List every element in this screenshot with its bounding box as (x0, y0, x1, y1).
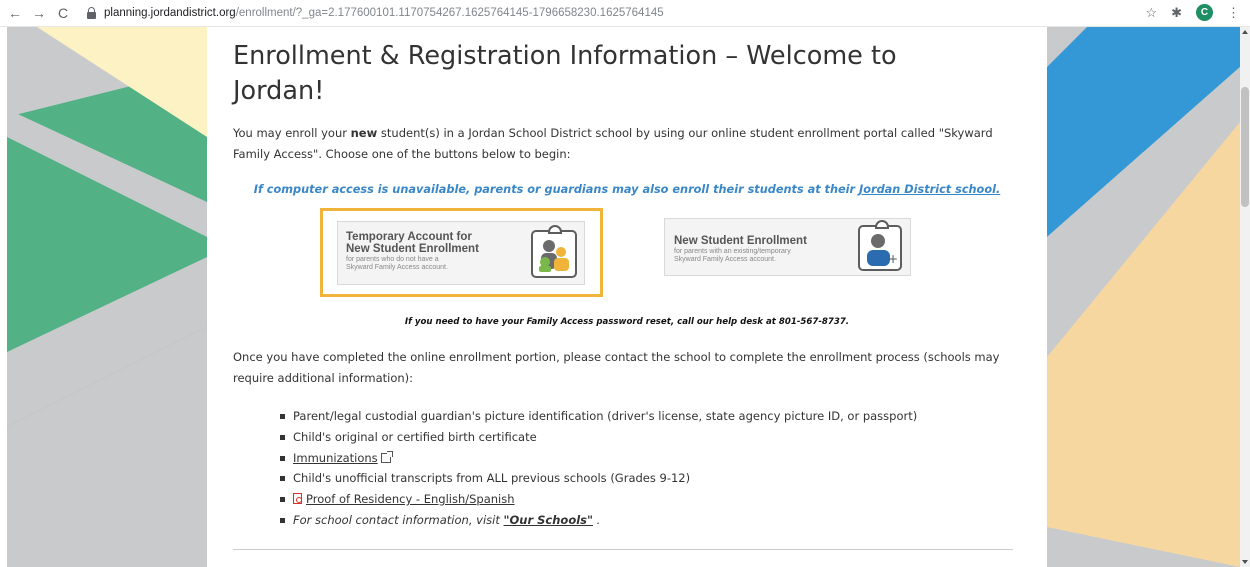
page-scrollbar[interactable] (1240, 27, 1250, 567)
back-arrow-icon[interactable]: ← (6, 5, 24, 21)
scrollbar-thumb[interactable] (1241, 87, 1249, 207)
list-item: For school contact information, visit "O… (280, 510, 1023, 531)
intro-paragraph: You may enroll your new student(s) in a … (233, 126, 993, 161)
clipboard-family-icon (531, 225, 577, 278)
immunizations-link[interactable]: Immunizations (293, 451, 378, 465)
jordan-district-school-link[interactable]: Jordan District school. (859, 183, 1000, 196)
proof-of-residency-link[interactable]: Proof of Residency - English/Spanish (306, 492, 515, 506)
new-student-card: New Student Enrollment for parents with … (664, 218, 911, 276)
main-content: Enrollment & Registration Information – … (207, 27, 1047, 567)
password-reset-help-note: If you need to have your Family Access p… (404, 317, 850, 327)
temporary-sub-line2: Skyward Family Access account. (346, 264, 448, 271)
browser-toolbar: ← → C planning.jordandistrict.org/enroll… (0, 0, 1250, 27)
temporary-account-card: Temporary Account for New Student Enroll… (337, 221, 585, 285)
intro-bold-new: new (350, 126, 378, 140)
list-item: Immunizations (280, 448, 1023, 469)
lock-icon (86, 7, 97, 19)
menu-kebab-icon[interactable]: ⋮ (1227, 5, 1240, 21)
new-student-title: New Student Enrollment (674, 235, 807, 247)
svg-text:+: + (888, 252, 898, 266)
extensions-puzzle-icon[interactable]: ✱ (1171, 5, 1182, 21)
list-item: Parent/legal custodial guardian's pictur… (280, 406, 1023, 427)
star-bookmark-icon[interactable]: ☆ (1145, 5, 1157, 21)
our-schools-link[interactable]: "Our Schools" (504, 513, 594, 527)
list-item: Child's original or certified birth cert… (280, 427, 1023, 448)
address-bar[interactable]: planning.jordandistrict.org/enrollment/?… (86, 7, 664, 19)
left-decorative-panel (7, 27, 207, 567)
right-decorative-panel (1047, 27, 1240, 567)
content-divider (233, 549, 1013, 550)
scroll-down-arrow-icon[interactable] (1242, 560, 1248, 564)
left-decoration-graphic (7, 27, 207, 567)
page-title: Enrollment & Registration Information – … (233, 41, 897, 106)
requirements-list: Parent/legal custodial guardian's pictur… (280, 406, 1023, 531)
url-path: /enrollment/?_ga=2.177600101.1170754267.… (235, 7, 664, 19)
right-decoration-graphic (1047, 27, 1240, 567)
next-steps-paragraph: Once you have completed the online enrol… (233, 350, 1000, 385)
reload-icon[interactable]: C (54, 5, 72, 21)
list-item: Proof of Residency - English/Spanish (280, 489, 1023, 510)
scroll-up-arrow-icon[interactable] (1242, 30, 1248, 34)
new-student-sub-line2: Skyward Family Access account. (674, 256, 776, 263)
alternative-enrollment-note: If computer access is unavailable, paren… (253, 183, 1001, 196)
pdf-file-icon (293, 493, 302, 505)
profile-avatar[interactable]: C (1196, 4, 1213, 21)
temporary-title-line1: Temporary Account for (346, 231, 472, 243)
url-domain: planning.jordandistrict.org (104, 7, 236, 19)
temporary-sub-line1: for parents who do not have a (346, 256, 439, 263)
temporary-title-line2: New Student Enrollment (346, 243, 479, 255)
list-item: Child's unofficial transcripts from ALL … (280, 468, 1023, 489)
new-student-sub-line1: for parents with an existing/temporary (674, 248, 791, 255)
new-student-enrollment-button[interactable]: New Student Enrollment for parents with … (664, 218, 911, 276)
external-link-icon (380, 450, 393, 463)
forward-arrow-icon[interactable]: → (30, 5, 48, 21)
clipboard-student-icon: + (858, 220, 902, 271)
temporary-account-enrollment-button[interactable]: Temporary Account for New Student Enroll… (320, 208, 603, 297)
